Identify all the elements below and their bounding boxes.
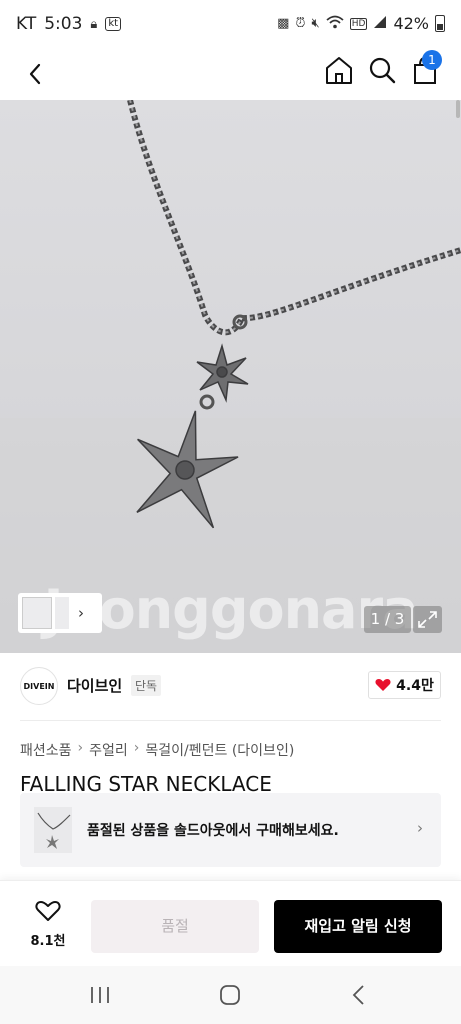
product-thumbnail xyxy=(34,807,72,853)
battery-icon xyxy=(435,15,445,32)
product-image-carousel[interactable]: Joonggonara › 1 / 3 xyxy=(0,100,461,653)
exclusive-badge: 단독 xyxy=(131,675,162,696)
soldout-notice[interactable]: 품절된 상품을 솔드아웃에서 구매해보세요. › xyxy=(20,793,441,867)
home-icon xyxy=(326,57,352,84)
clock: 5:03 xyxy=(44,14,83,34)
system-nav-bar xyxy=(0,966,461,1024)
alarm-icon: ⏰︎ xyxy=(295,16,306,31)
brand-name[interactable]: 다이브인 xyxy=(67,675,122,696)
mute-icon: 🔇︎ xyxy=(311,16,320,31)
signal-icon xyxy=(373,15,387,33)
breadcrumb-item[interactable]: 주얼리 xyxy=(89,740,128,760)
cart-count-badge: 1 xyxy=(422,50,442,70)
back-arrow-icon xyxy=(352,985,364,1005)
soldout-button: 품절 xyxy=(91,900,259,953)
chevron-right-icon[interactable]: › xyxy=(78,604,84,622)
expand-icon xyxy=(418,611,437,628)
breadcrumb-item[interactable]: 패션소품 xyxy=(20,740,72,760)
thumbnail-strip[interactable]: › xyxy=(18,593,102,633)
app-bar: 1 xyxy=(0,48,461,100)
chevron-right-icon: › xyxy=(417,819,423,837)
notification-icon: ▩ xyxy=(277,16,290,31)
bottom-action-bar: 8.1천 품절 재입고 알림 신청 xyxy=(0,880,461,966)
back-button[interactable] xyxy=(20,56,56,92)
brand-logo[interactable]: DIVEIN xyxy=(20,667,58,705)
back-nav-button[interactable] xyxy=(350,984,368,1006)
expand-button[interactable] xyxy=(413,606,442,633)
breadcrumb-item[interactable]: 목걸이/펜던트 (다이브인) xyxy=(145,740,294,760)
search-icon xyxy=(369,57,396,84)
chevron-left-icon xyxy=(29,63,41,85)
wishlist-count: 8.1천 xyxy=(30,934,66,949)
heart-filled-icon xyxy=(375,679,391,691)
wifi-icon xyxy=(326,15,344,33)
brand-like-button[interactable]: 4.4만 xyxy=(368,671,441,699)
thumbnail-2[interactable] xyxy=(55,597,69,629)
home-nav-button[interactable] xyxy=(219,984,241,1006)
brand-like-count: 4.4만 xyxy=(396,678,434,694)
recent-apps-icon xyxy=(91,987,109,1003)
lock-icon: 🔒︎ xyxy=(90,16,98,32)
chevron-right-icon: › xyxy=(133,740,140,756)
thumbnail-1[interactable] xyxy=(22,597,52,629)
breadcrumb: 패션소품 › 주얼리 › 목걸이/펜던트 (다이브인) xyxy=(20,740,294,760)
image-pager: 1 / 3 xyxy=(364,606,411,633)
hd-icon: HD xyxy=(349,17,368,30)
carrier-label: KT xyxy=(16,14,37,34)
wishlist-button[interactable]: 8.1천 xyxy=(20,900,76,949)
page-scrollbar[interactable] xyxy=(456,100,460,118)
product-photo xyxy=(0,100,461,653)
battery-percent: 42% xyxy=(393,14,429,33)
restock-alert-button[interactable]: 재입고 알림 신청 xyxy=(274,900,442,953)
status-bar: KT 5:03 🔒︎ kt ▩ ⏰︎ 🔇︎ HD 42% xyxy=(0,0,461,48)
carrier-badge: kt xyxy=(105,17,122,31)
recent-apps-button[interactable] xyxy=(89,986,111,1004)
chevron-right-icon: › xyxy=(77,740,84,756)
home-circle-icon xyxy=(220,985,240,1005)
soldout-notice-text: 품절된 상품을 솔드아웃에서 구매해보세요. xyxy=(87,823,339,839)
brand-row: DIVEIN 다이브인 단독 4.4만 xyxy=(20,666,441,708)
heart-outline-icon xyxy=(35,901,61,921)
divider xyxy=(20,720,441,721)
search-button[interactable] xyxy=(365,53,399,87)
home-button[interactable] xyxy=(322,53,356,87)
